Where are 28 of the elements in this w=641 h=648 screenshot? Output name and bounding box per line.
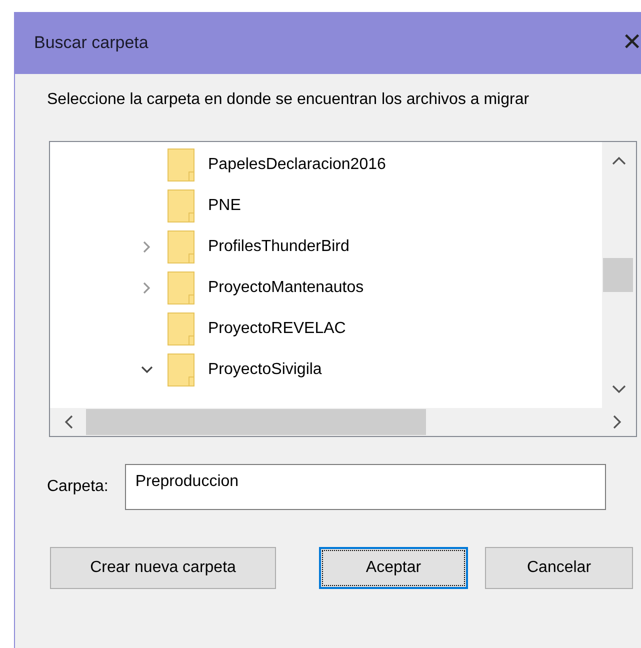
folder-icon xyxy=(167,188,195,222)
horizontal-scrollbar[interactable] xyxy=(50,408,636,436)
scroll-down-icon[interactable] xyxy=(612,384,626,394)
scrollbar-thumb[interactable] xyxy=(86,409,426,435)
folder-icon xyxy=(167,230,195,264)
dialog-button[interactable]: Crear nueva carpeta xyxy=(50,547,276,589)
scrollbar-thumb[interactable] xyxy=(603,258,633,292)
window-title: Buscar carpeta xyxy=(34,32,148,54)
folder-icon xyxy=(167,312,195,346)
folder-icon xyxy=(167,352,195,386)
dialog-button[interactable]: Aceptar xyxy=(319,547,468,589)
scroll-right-icon[interactable] xyxy=(612,415,622,429)
folder-label: Carpeta: xyxy=(47,477,108,497)
tree-item[interactable]: ProfilesThunderBird xyxy=(140,226,602,267)
close-button[interactable]: ✕ xyxy=(612,23,641,63)
instruction-text: Seleccione la carpeta en donde se encuentran los archivos a migrar xyxy=(47,90,530,110)
folder-icon xyxy=(167,270,195,304)
tree-item[interactable]: ProyectoREVELAC xyxy=(140,308,602,349)
dialog-button[interactable]: Cancelar xyxy=(485,547,633,589)
scroll-left-icon[interactable] xyxy=(64,415,74,429)
tree-item[interactable]: ProyectoMantenautos xyxy=(140,267,602,308)
tree-item[interactable]: PapelesDeclaracion2016 xyxy=(140,144,602,185)
vertical-scrollbar[interactable] xyxy=(602,142,636,408)
tree-item[interactable]: PNE xyxy=(140,185,602,226)
scroll-up-icon[interactable] xyxy=(612,156,626,166)
folder-icon xyxy=(167,148,195,182)
folder-input[interactable]: Preproduccion xyxy=(125,464,606,510)
tree-item[interactable]: ProyectoSivigila xyxy=(140,349,602,390)
